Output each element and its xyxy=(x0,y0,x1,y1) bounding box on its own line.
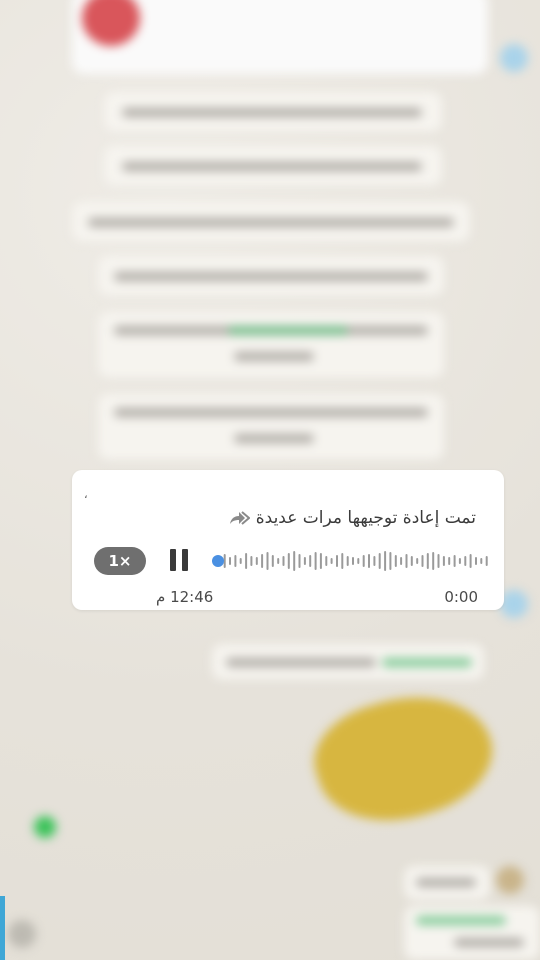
waveform-bar xyxy=(475,557,477,565)
waveform-bar xyxy=(480,558,483,564)
waveform-bar xyxy=(416,558,419,564)
waveform-bar xyxy=(373,556,376,566)
waveform-bar xyxy=(234,555,237,567)
forwarded-label: تمت إعادة توجيهها مرات عديدة xyxy=(228,508,476,528)
waveform-bar xyxy=(266,552,269,570)
waveform-bar xyxy=(314,552,317,570)
waveform-bar xyxy=(293,551,296,571)
waveform-bar xyxy=(410,556,413,566)
waveform-bar xyxy=(394,555,397,567)
scroll-icon xyxy=(8,920,36,948)
waveform-bar xyxy=(453,555,456,567)
side-accent-bar xyxy=(0,896,5,960)
waveform-bar xyxy=(346,556,349,566)
waveform-bar xyxy=(368,554,370,568)
waveform-bar xyxy=(330,558,333,564)
waveform-bar xyxy=(442,556,445,566)
waveform-bar xyxy=(432,552,435,570)
avatar xyxy=(496,866,524,894)
blurred-message xyxy=(98,394,444,460)
waveform-bar xyxy=(400,557,403,565)
waveform-bar xyxy=(469,554,472,568)
blurred-message xyxy=(98,312,444,378)
waveform-bar xyxy=(277,558,280,564)
waveform-bar xyxy=(448,557,451,565)
waveform-bar xyxy=(458,558,461,564)
playback-speed-button[interactable]: 1× xyxy=(94,547,146,575)
corner-mark: ، xyxy=(84,488,88,501)
blurred-message xyxy=(404,906,540,960)
waveform-bar xyxy=(389,552,392,570)
sent-time: 12:46 م xyxy=(156,588,214,606)
audio-player: 1× xyxy=(94,546,490,576)
voice-message-bubble[interactable]: ، تمت إعادة توجيهها مرات عديدة 1× 12:46 … xyxy=(72,470,504,610)
waveform-bar xyxy=(437,554,440,568)
waveform-bar xyxy=(282,556,285,566)
audio-waveform[interactable] xyxy=(212,546,490,576)
forward-shortcut-icon xyxy=(500,44,528,72)
waveform-bar xyxy=(378,553,381,569)
blurred-message xyxy=(72,202,470,242)
playhead-handle[interactable] xyxy=(212,555,224,567)
blurred-message xyxy=(212,644,484,680)
blurred-message xyxy=(104,146,442,186)
waveform-bar xyxy=(485,556,488,566)
waveform-bar xyxy=(250,556,253,566)
waveform-bar xyxy=(405,554,408,568)
blurred-message xyxy=(104,92,442,132)
waveform-bar xyxy=(239,558,242,564)
waveform-bar xyxy=(464,556,467,566)
waveform-bar xyxy=(341,553,344,569)
forwarded-text: تمت إعادة توجيهها مرات عديدة xyxy=(255,508,476,528)
waveform-bar xyxy=(426,553,429,569)
blurred-message xyxy=(98,256,444,296)
waveform-bar xyxy=(357,558,360,564)
waveform-bar xyxy=(309,555,312,567)
waveform-bar xyxy=(261,554,264,568)
waveform-bar xyxy=(303,557,306,565)
double-forward-arrow-icon xyxy=(229,511,250,525)
waveform-bar xyxy=(255,557,258,565)
waveform-bar xyxy=(287,553,290,569)
waveform-bar xyxy=(362,555,365,567)
gold-sticker xyxy=(301,673,507,843)
blurred-message xyxy=(404,866,490,900)
green-indicator xyxy=(34,816,56,838)
waveform-bar xyxy=(319,553,322,569)
waveform-bar xyxy=(271,555,274,567)
waveform-bar xyxy=(229,557,231,565)
waveform-bar xyxy=(298,554,301,568)
forward-shortcut-icon xyxy=(500,590,528,618)
waveform-bar xyxy=(336,555,338,567)
waveform-bar xyxy=(245,553,248,569)
waveform-bar xyxy=(421,555,424,567)
pause-icon[interactable] xyxy=(168,549,190,573)
audio-duration: 0:00 xyxy=(444,588,478,606)
waveform-bar xyxy=(384,551,387,571)
waveform-bar xyxy=(325,556,328,566)
waveform-bar xyxy=(352,557,354,565)
